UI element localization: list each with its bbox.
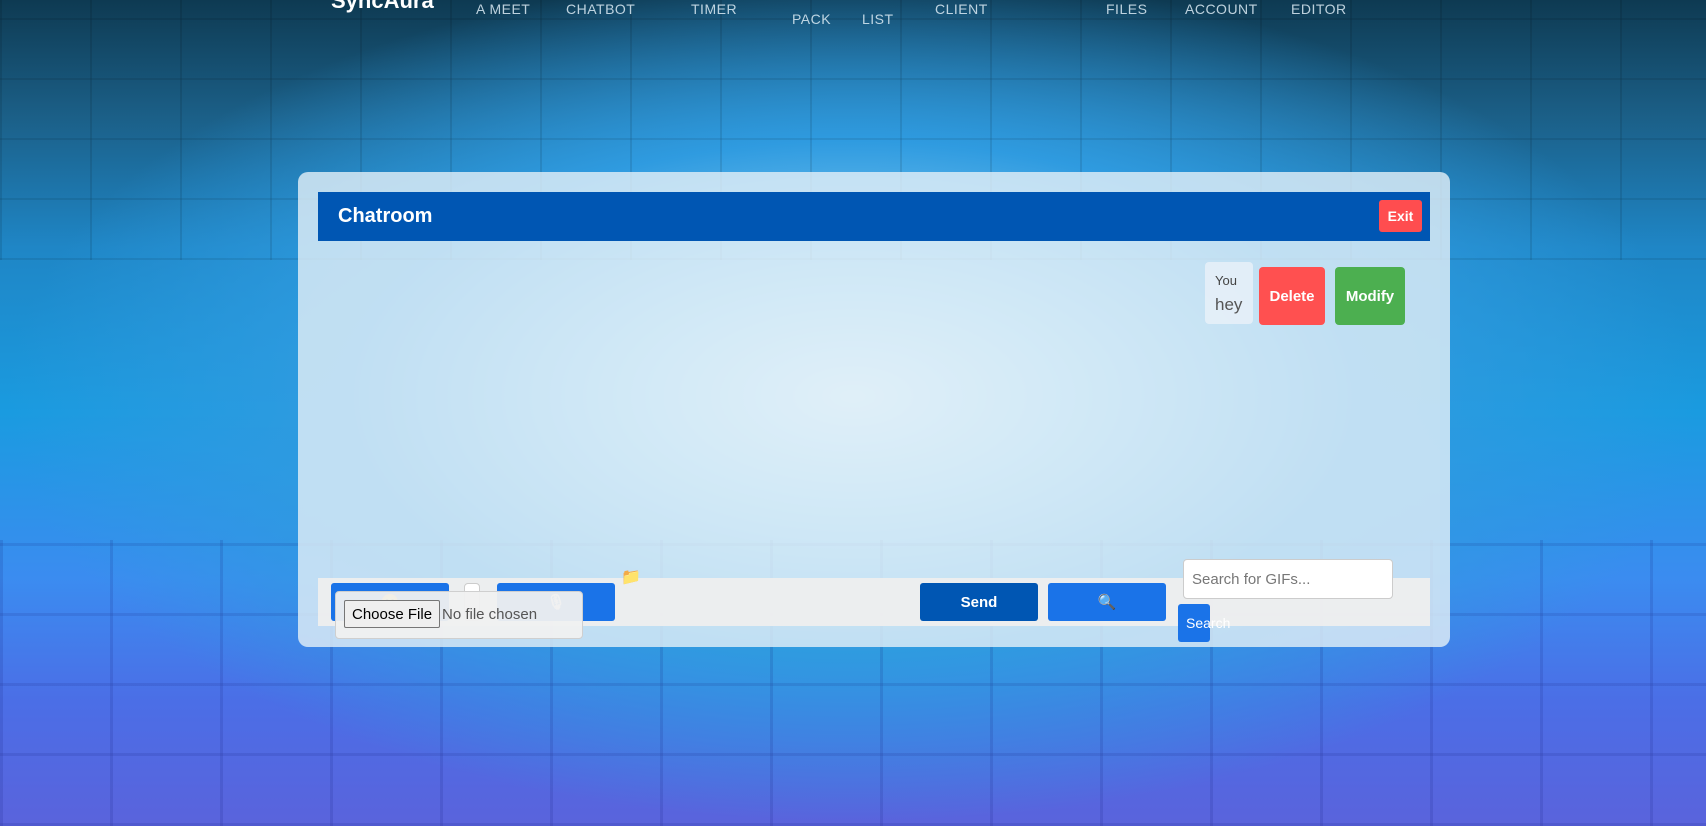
chat-header: Chatroom Exit — [318, 192, 1430, 241]
nav-item-editor[interactable]: EDITOR — [1291, 0, 1347, 19]
chat-title: Chatroom — [338, 205, 433, 227]
nav-item-pack[interactable]: PACK — [792, 10, 831, 29]
nav-item-client[interactable]: CLIENT — [935, 0, 988, 19]
file-status: No file chosen — [442, 606, 538, 623]
chat-message: You hey — [1205, 262, 1253, 324]
delete-message-button[interactable]: Delete — [1259, 267, 1325, 325]
brand-logo[interactable]: SyncAura — [331, 0, 434, 14]
folder-icon[interactable]: 📁 — [621, 567, 641, 587]
nav-item-timer[interactable]: TIMER — [691, 0, 737, 19]
nav-item-files[interactable]: FILES — [1106, 0, 1147, 19]
nav-item-list[interactable]: LIST — [862, 10, 894, 29]
file-upload: Choose File No file chosen — [335, 591, 583, 639]
choose-file-button[interactable]: Choose File — [344, 600, 441, 628]
send-button[interactable]: Send — [920, 583, 1038, 621]
search-button[interactable]: 🔍 — [1048, 583, 1166, 621]
top-navigation: SyncAura A MEET CHATBOT TIMER PACK LIST … — [0, 0, 1706, 30]
message-text: hey — [1215, 295, 1243, 314]
message-sender: You — [1215, 273, 1237, 288]
search-icon: 🔍 — [1097, 594, 1117, 611]
nav-item-chatbot[interactable]: CHATBOT — [566, 0, 635, 19]
exit-button[interactable]: Exit — [1379, 200, 1422, 232]
modify-message-button[interactable]: Modify — [1335, 267, 1405, 325]
nav-item-account[interactable]: ACCOUNT — [1185, 0, 1258, 19]
nav-item-meet[interactable]: A MEET — [476, 0, 530, 19]
gif-search-input[interactable] — [1183, 559, 1393, 599]
gif-search-button[interactable]: Search — [1178, 604, 1230, 642]
